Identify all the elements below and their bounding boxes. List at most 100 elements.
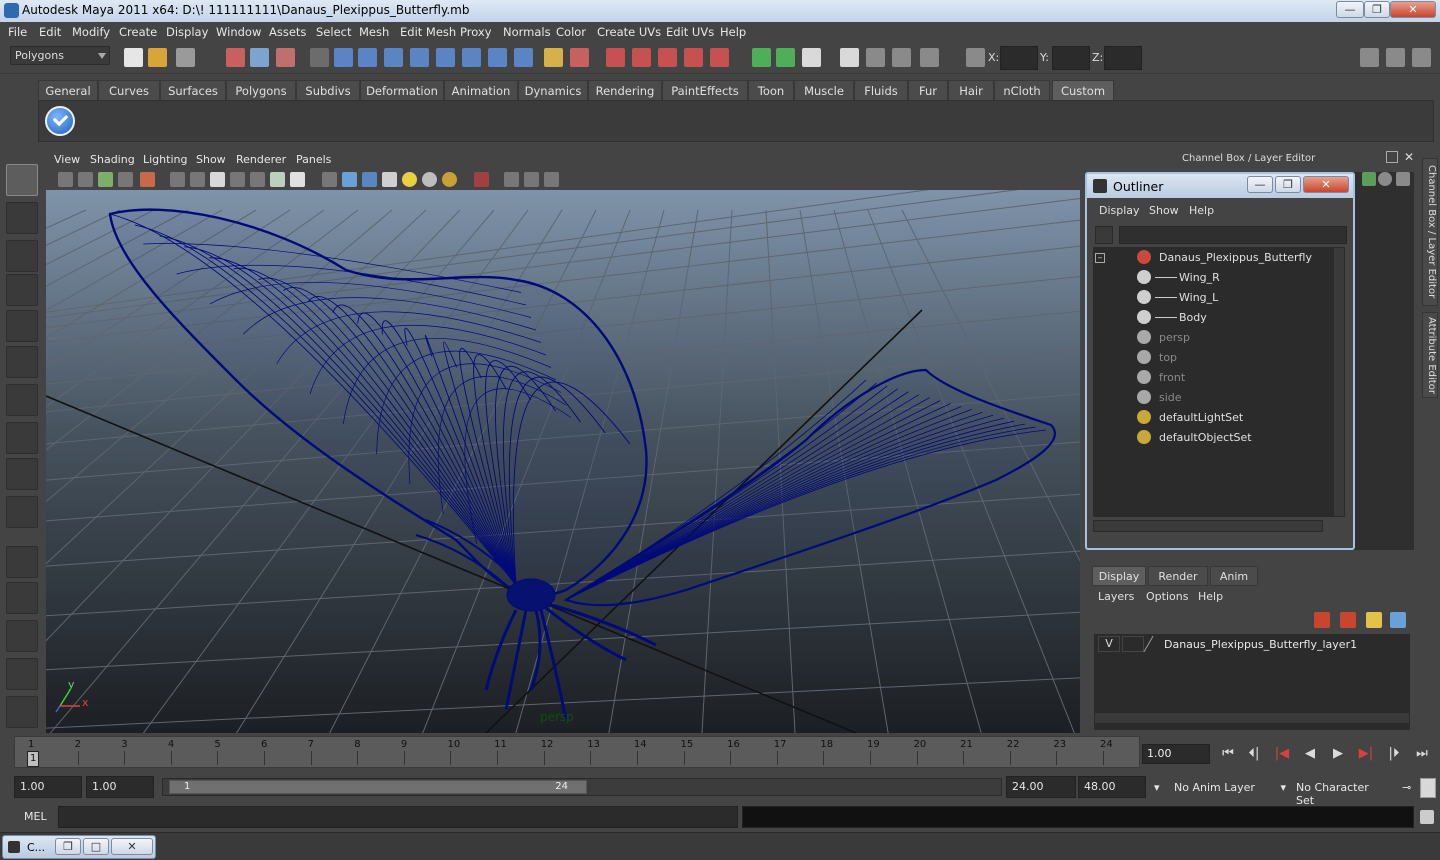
menu-mesh[interactable]: Mesh bbox=[359, 25, 389, 39]
outliner-item[interactable]: Wing_R bbox=[1093, 267, 1329, 287]
ipr-render-icon[interactable] bbox=[802, 48, 821, 67]
save-scene-icon[interactable] bbox=[176, 48, 195, 67]
scale-tool-icon[interactable] bbox=[6, 346, 38, 378]
menu-edit-uvs[interactable]: Edit UVs bbox=[666, 25, 714, 39]
resolution-gate-icon[interactable] bbox=[210, 172, 225, 187]
gate-mask-icon[interactable] bbox=[230, 172, 245, 187]
menu-select[interactable]: Select bbox=[316, 25, 351, 39]
current-frame-field[interactable]: 1.00 bbox=[1142, 744, 1210, 764]
smooth-shade-icon[interactable] bbox=[342, 172, 357, 187]
range-slider-handle[interactable]: 1 24 bbox=[169, 780, 587, 794]
tab-channel-box[interactable]: Channel Box / Layer Editor bbox=[1422, 158, 1438, 306]
attribute-editor-toggle-icon[interactable] bbox=[1360, 48, 1379, 67]
step-back-key-button[interactable]: |◀ bbox=[1272, 746, 1292, 764]
custom-checkmark-icon[interactable] bbox=[45, 106, 75, 136]
playback-start-field[interactable]: 1.00 bbox=[86, 776, 154, 798]
safe-title-icon[interactable] bbox=[290, 172, 305, 187]
outliner-vertical-scrollbar[interactable] bbox=[1333, 247, 1345, 517]
wireframe-icon[interactable] bbox=[322, 172, 337, 187]
channel-key-icon[interactable] bbox=[1378, 172, 1392, 186]
outliner-layout-icon[interactable] bbox=[6, 620, 38, 652]
tab-subdivs[interactable]: Subdivs bbox=[296, 80, 360, 100]
outliner-close-button[interactable]: ✕ bbox=[1303, 176, 1349, 193]
select-joints-icon[interactable] bbox=[358, 48, 377, 67]
snap-grid-icon[interactable] bbox=[606, 48, 625, 67]
select-component-icon[interactable] bbox=[276, 48, 295, 67]
render-settings-icon[interactable] bbox=[840, 48, 859, 67]
select-rendering-icon[interactable] bbox=[488, 48, 507, 67]
vp-menu-panels[interactable]: Panels bbox=[296, 153, 331, 166]
menu-window[interactable]: Window bbox=[216, 25, 261, 39]
channel-select-icon[interactable] bbox=[1362, 172, 1376, 186]
outliner-item[interactable]: Danaus_Plexippus_Butterfly bbox=[1093, 247, 1329, 267]
outliner-menu-show[interactable]: Show bbox=[1149, 204, 1179, 217]
default-lighting-icon[interactable] bbox=[402, 172, 417, 187]
select-surfaces-icon[interactable] bbox=[410, 48, 429, 67]
outliner-item[interactable]: Wing_L bbox=[1093, 287, 1329, 307]
snap-curve-icon[interactable] bbox=[632, 48, 651, 67]
float-panel-icon[interactable] bbox=[1386, 151, 1398, 163]
move-layer-up-icon[interactable] bbox=[1314, 612, 1330, 628]
outliner-maximize-button[interactable]: ❐ bbox=[1275, 176, 1301, 193]
tab-custom[interactable]: Custom bbox=[1052, 80, 1114, 100]
tab-curves[interactable]: Curves bbox=[98, 80, 160, 100]
outliner-item[interactable]: defaultLightSet bbox=[1093, 407, 1329, 427]
menu-assets[interactable]: Assets bbox=[269, 25, 306, 39]
x-ray-icon[interactable] bbox=[504, 172, 519, 187]
open-scene-icon[interactable] bbox=[148, 48, 167, 67]
film-gate-icon[interactable] bbox=[190, 172, 205, 187]
vp-menu-renderer[interactable]: Renderer bbox=[236, 153, 286, 166]
construction-history-icon[interactable] bbox=[752, 48, 771, 67]
animation-start-field[interactable]: 1.00 bbox=[14, 776, 82, 798]
paint-select-tool-icon[interactable] bbox=[6, 240, 38, 272]
outliner-item[interactable]: front bbox=[1093, 367, 1329, 387]
menu-proxy[interactable]: Proxy bbox=[460, 25, 492, 39]
layer-menu-layers[interactable]: Layers bbox=[1098, 590, 1134, 603]
move-tool-icon[interactable] bbox=[6, 274, 38, 306]
playback-end-field[interactable]: 24.00 bbox=[1006, 776, 1076, 798]
new-layer-from-selected-icon[interactable] bbox=[1390, 612, 1406, 628]
anim-layer-dropdown[interactable]: No Anim Layer ▾ bbox=[1170, 778, 1288, 798]
use-all-lights-icon[interactable] bbox=[422, 172, 437, 187]
maximize-button[interactable]: ❐ bbox=[1364, 1, 1390, 18]
close-panel-icon[interactable]: ✕ bbox=[1404, 150, 1414, 164]
tab-attribute-editor[interactable]: Attribute Editor bbox=[1422, 312, 1438, 398]
hypershade-icon[interactable] bbox=[866, 48, 885, 67]
lock-selection-icon[interactable] bbox=[544, 48, 563, 67]
tab-fluids[interactable]: Fluids bbox=[854, 80, 908, 100]
image-plane-icon[interactable] bbox=[98, 172, 113, 187]
perspective-viewport[interactable]: persp y x bbox=[46, 190, 1080, 733]
mask-menu-icon[interactable] bbox=[310, 48, 329, 67]
make-live-icon[interactable] bbox=[710, 48, 729, 67]
tab-surfaces[interactable]: Surfaces bbox=[160, 80, 226, 100]
soft-modification-icon[interactable] bbox=[6, 422, 38, 454]
grid-icon[interactable] bbox=[170, 172, 185, 187]
go-to-end-button[interactable]: ⏭ bbox=[1412, 746, 1432, 764]
tab-toon[interactable]: Toon bbox=[748, 80, 794, 100]
select-dynamics-icon[interactable] bbox=[462, 48, 481, 67]
four-view-layout-icon[interactable] bbox=[6, 582, 38, 614]
step-forward-key-button[interactable]: ▶| bbox=[1356, 746, 1376, 764]
select-deformations-icon[interactable] bbox=[436, 48, 455, 67]
select-curves-icon[interactable] bbox=[384, 48, 403, 67]
x-field[interactable] bbox=[1000, 46, 1038, 70]
outliner-item[interactable]: top bbox=[1093, 347, 1329, 367]
vp-menu-lighting[interactable]: Lighting bbox=[143, 153, 187, 166]
single-perspective-layout-icon[interactable] bbox=[6, 546, 38, 578]
filter-toggle-icon[interactable] bbox=[1095, 226, 1113, 244]
taskbar-restore-button[interactable]: ❐ bbox=[55, 838, 81, 855]
last-tool-icon[interactable] bbox=[6, 496, 38, 528]
tab-layer-display[interactable]: Display bbox=[1092, 566, 1146, 586]
menu-normals[interactable]: Normals bbox=[503, 25, 551, 39]
field-chart-icon[interactable] bbox=[250, 172, 265, 187]
wireframe-on-shaded-icon[interactable] bbox=[362, 172, 377, 187]
y-field[interactable] bbox=[1052, 46, 1090, 70]
character-set-dropdown[interactable]: No Character Set bbox=[1292, 778, 1394, 807]
menu-modify[interactable]: Modify bbox=[72, 25, 110, 39]
lasso-tool-icon[interactable] bbox=[6, 202, 38, 234]
outliner-minimize-button[interactable]: — bbox=[1247, 176, 1273, 193]
animation-end-field[interactable]: 48.00 bbox=[1078, 776, 1146, 798]
step-back-frame-button[interactable]: ⏴| bbox=[1244, 746, 1264, 764]
play-backwards-button[interactable]: ◀ bbox=[1300, 746, 1320, 764]
grease-pencil-icon[interactable] bbox=[140, 172, 155, 187]
